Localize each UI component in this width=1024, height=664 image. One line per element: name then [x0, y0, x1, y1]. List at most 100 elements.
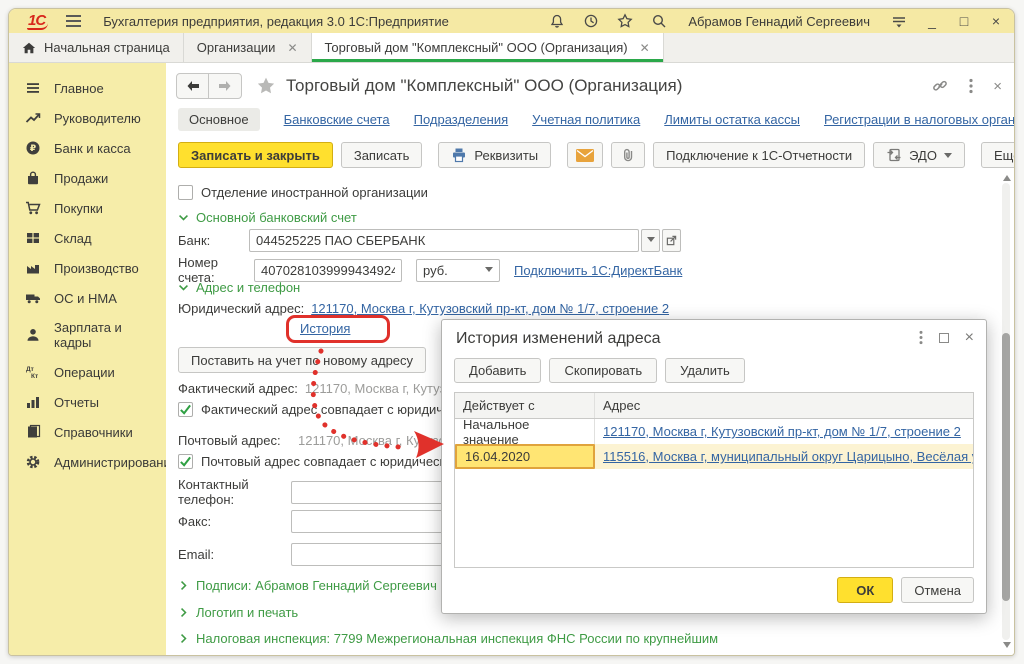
address-cell[interactable]: 115516, Москва г, муниципальный округ Ца…: [595, 444, 973, 469]
vertical-scrollbar[interactable]: [1000, 171, 1012, 652]
legal-address-row: Юридический адрес: 121170, Москва г, Кут…: [178, 301, 669, 316]
dialog-title: История изменений адреса: [456, 330, 660, 348]
sidebar-item-label: Главное: [54, 81, 104, 96]
current-user[interactable]: Абрамов Геннадий Сергеевич: [688, 14, 870, 29]
close-window-button[interactable]: ×: [988, 13, 1004, 29]
bank-open-button[interactable]: [662, 229, 681, 252]
attachments-button[interactable]: [611, 142, 645, 168]
maximize-button[interactable]: □: [956, 13, 972, 29]
sidebar-item-label: Зарплата и кадры: [54, 320, 160, 350]
add-button[interactable]: Добавить: [454, 358, 541, 383]
sidebar-item-administration[interactable]: Администрирование: [9, 447, 166, 477]
legal-address-link[interactable]: 121170, Москва г, Кутузовский пр-кт, дом…: [311, 301, 669, 316]
logo-stamp-section-header[interactable]: Логотип и печать: [178, 605, 298, 620]
column-header-address[interactable]: Адрес: [595, 393, 973, 418]
favorite-star-icon[interactable]: [256, 76, 276, 96]
sidebar-item-fixed-assets[interactable]: ОС и НМА: [9, 283, 166, 313]
nav-item-bank-accounts[interactable]: Банковские счета: [284, 112, 390, 127]
history-icon[interactable]: [582, 12, 600, 30]
column-header-date[interactable]: Действует с: [455, 393, 595, 418]
edo-button[interactable]: ЭДО: [873, 142, 965, 168]
address-link[interactable]: 115516, Москва г, муниципальный округ Ца…: [603, 449, 973, 464]
dialog-close-icon[interactable]: ×: [965, 331, 974, 345]
sidebar-item-purchases[interactable]: Покупки: [9, 193, 166, 223]
main-menu-icon[interactable]: [66, 15, 81, 27]
sidebar-item-warehouse[interactable]: Склад: [9, 223, 166, 253]
copy-button[interactable]: Скопировать: [549, 358, 657, 383]
address-history-table: Действует с Адрес Начальное значение 121…: [454, 392, 974, 568]
trend-chart-icon: [25, 110, 41, 126]
get-link-icon[interactable]: [931, 77, 949, 95]
send-email-button[interactable]: [567, 142, 603, 168]
sidebar-item-reports[interactable]: Отчеты: [9, 387, 166, 417]
dialog-kebab-icon[interactable]: [919, 330, 923, 345]
delete-button[interactable]: Удалить: [665, 358, 745, 383]
requisites-button[interactable]: Реквизиты: [438, 142, 551, 168]
tab-organizations[interactable]: Организации ✕: [184, 33, 312, 62]
currency-select[interactable]: руб.: [416, 259, 500, 282]
address-history-link[interactable]: История: [300, 321, 350, 336]
kebab-menu-icon[interactable]: [969, 78, 973, 94]
bank-section-header[interactable]: Основной банковский счет: [178, 210, 357, 225]
address-cell[interactable]: 121170, Москва г, Кутузовский пр-кт, дом…: [595, 419, 973, 444]
register-new-address-button[interactable]: Поставить на учет по новому адресу: [178, 347, 426, 373]
sidebar-item-sales[interactable]: Продажи: [9, 163, 166, 193]
back-button[interactable]: [177, 74, 209, 98]
nav-item-main[interactable]: Основное: [178, 108, 260, 131]
forward-button[interactable]: [209, 74, 241, 98]
ok-button[interactable]: ОК: [837, 577, 893, 603]
actual-matches-checkbox[interactable]: [178, 402, 193, 417]
bank-input[interactable]: [249, 229, 639, 252]
nav-item-departments[interactable]: Подразделения: [414, 112, 509, 127]
sidebar-item-salary-hr[interactable]: Зарплата и кадры: [9, 313, 166, 357]
search-icon[interactable]: [650, 12, 668, 30]
title-bar: 1С Бухгалтерия предприятия, редакция 3.0…: [9, 9, 1014, 33]
directbank-link[interactable]: Подключить 1С:ДиректБанк: [514, 263, 682, 278]
close-tab-icon[interactable]: ✕: [640, 41, 650, 55]
connect-1c-reporting-button[interactable]: Подключение к 1С-Отчетности: [653, 142, 865, 168]
save-button[interactable]: Записать: [341, 142, 423, 168]
scroll-down-arrow[interactable]: [1003, 642, 1011, 652]
bank-dropdown-button[interactable]: [641, 229, 660, 252]
sidebar-item-production[interactable]: Производство: [9, 253, 166, 283]
close-form-icon[interactable]: ×: [993, 78, 1002, 95]
save-close-button[interactable]: Записать и закрыть: [178, 142, 333, 168]
sidebar-item-bank-cash[interactable]: ₽ Банк и касса: [9, 133, 166, 163]
nav-item-cash-limits[interactable]: Лимиты остатка кассы: [664, 112, 800, 127]
minimize-button[interactable]: _: [924, 13, 940, 29]
truck-icon: [25, 290, 41, 306]
tab-home[interactable]: Начальная страница: [9, 33, 184, 62]
close-tab-icon[interactable]: ✕: [287, 41, 297, 55]
favorites-star-icon[interactable]: [616, 12, 634, 30]
account-input[interactable]: [254, 259, 402, 282]
table-row[interactable]: Начальное значение 121170, Москва г, Кут…: [455, 419, 973, 444]
sidebar-item-manager[interactable]: Руководителю: [9, 103, 166, 133]
service-menu-icon[interactable]: [890, 12, 908, 30]
sidebar-item-directories[interactable]: Справочники: [9, 417, 166, 447]
address-section-header[interactable]: Адрес и телефон: [178, 280, 300, 295]
sidebar-item-operations[interactable]: ДтКт Операции: [9, 357, 166, 387]
scroll-up-arrow[interactable]: [1003, 171, 1011, 181]
foreign-branch-checkbox[interactable]: [178, 185, 193, 200]
organization-form: Торговый дом "Комплексный" ООО (Организа…: [166, 63, 1014, 656]
debit-credit-icon: ДтКт: [25, 364, 41, 380]
effective-date-cell[interactable]: Начальное значение: [455, 419, 595, 444]
nav-item-tax-registrations[interactable]: Регистрации в налоговых органах: [824, 112, 1015, 127]
nav-item-accounting-policy[interactable]: Учетная политика: [532, 112, 640, 127]
dialog-maximize-icon[interactable]: [939, 333, 949, 343]
foreign-branch-row: Отделение иностранной организации: [178, 185, 428, 200]
more-button[interactable]: Еще: [981, 142, 1015, 168]
cancel-button[interactable]: Отмена: [901, 577, 974, 603]
scroll-thumb[interactable]: [1002, 333, 1010, 601]
chevron-down-icon: [485, 267, 493, 276]
sidebar-item-label: Руководителю: [54, 111, 141, 126]
tax-office-section-header[interactable]: Налоговая инспекция: 7799 Межрегиональна…: [178, 631, 718, 646]
sidebar-item-main[interactable]: Главное: [9, 73, 166, 103]
effective-date-cell-selected[interactable]: 16.04.2020: [455, 444, 595, 469]
tab-organization-card[interactable]: Торговый дом "Комплексный" ООО (Организа…: [312, 33, 664, 62]
address-link[interactable]: 121170, Москва г, Кутузовский пр-кт, дом…: [603, 424, 961, 439]
notifications-bell-icon[interactable]: [548, 12, 566, 30]
postal-matches-checkbox[interactable]: [178, 454, 193, 469]
table-row-selected[interactable]: 16.04.2020 115516, Москва г, муниципальн…: [455, 444, 973, 469]
edo-label: ЭДО: [909, 148, 937, 163]
